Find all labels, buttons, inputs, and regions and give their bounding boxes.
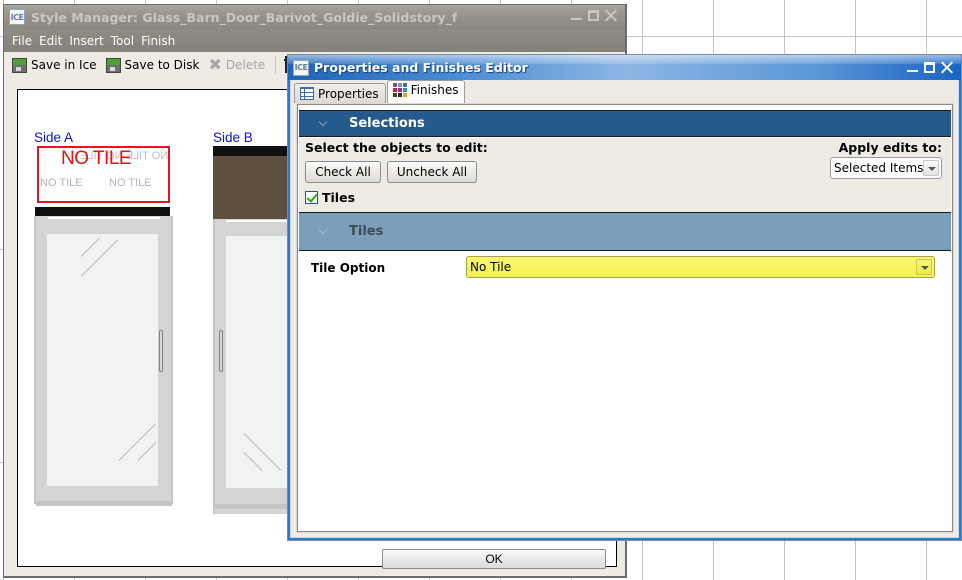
tiles-checkbox-label: Tiles	[322, 190, 356, 205]
tiles-title: Tiles	[349, 224, 384, 239]
editor-titlebar[interactable]: ICE Properties and Finishes Editor	[288, 55, 961, 80]
apply-edits-label: Apply edits to:	[838, 140, 942, 155]
dropdown-arrow-icon[interactable]	[916, 259, 932, 275]
door-handle	[219, 330, 223, 372]
dropdown-arrow-icon[interactable]	[923, 160, 939, 176]
menu-bar: File Edit Insert Tool Finish	[4, 29, 625, 52]
delete-label: Delete	[225, 58, 266, 72]
no-tile-swatch: NO TILE NO TILE NO TILE NO TILE NO TILE	[37, 146, 170, 203]
select-objects-prompt: Select the objects to edit:	[305, 140, 488, 155]
properties-finishes-editor-window: ICE Properties and Finishes Editor Prope…	[287, 54, 962, 541]
save-in-ice-label: Save in Ice	[31, 58, 97, 72]
menu-finish[interactable]: Finish	[139, 34, 180, 48]
menu-edit[interactable]: Edit	[37, 34, 67, 48]
chevron-down-icon	[319, 227, 329, 237]
side-b-label: Side B	[213, 130, 253, 145]
tile-option-value: No Tile	[470, 260, 512, 274]
save-disk-icon	[105, 57, 121, 73]
apply-edits-dropdown[interactable]: Selected Items	[830, 157, 942, 179]
side-a-door: NO TILE NO TILE NO TILE NO TILE NO TILE	[34, 146, 174, 516]
delete-button[interactable]: ✖ Delete	[205, 57, 268, 73]
close-icon[interactable]	[940, 61, 953, 74]
window-controls	[570, 9, 617, 22]
save-icon	[12, 57, 27, 73]
menu-tool[interactable]: Tool	[109, 34, 139, 48]
properties-list-icon	[300, 87, 314, 100]
tiles-checkbox-row[interactable]: Tiles	[305, 190, 355, 205]
tiles-checkbox[interactable]	[305, 191, 318, 204]
menu-insert[interactable]: Insert	[67, 34, 108, 48]
editor-tabs: Properties Finishes	[294, 80, 466, 103]
ok-label: OK	[485, 552, 503, 566]
selections-body: Select the objects to edit: Apply edits …	[299, 138, 951, 212]
tile-option-dropdown[interactable]: No Tile	[466, 256, 935, 278]
style-manager-titlebar[interactable]: ICE Style Manager: Glass_Barn_Door_Bariv…	[4, 5, 625, 29]
editor-title: Properties and Finishes Editor	[314, 60, 528, 75]
save-to-disk-label: Save to Disk	[124, 58, 200, 72]
side-a-label: Side A	[34, 130, 74, 145]
tab-properties[interactable]: Properties	[294, 83, 386, 103]
menu-file[interactable]: File	[10, 34, 37, 48]
editor-window-controls	[906, 61, 953, 74]
chevron-down-icon	[319, 119, 329, 129]
tile-option-label: Tile Option	[311, 261, 386, 275]
save-in-ice-button[interactable]: Save in Ice	[9, 57, 100, 73]
minimize-icon[interactable]	[570, 9, 583, 22]
ice-app-icon: ICE	[9, 9, 25, 25]
selections-title: Selections	[349, 116, 425, 131]
door-handle	[159, 330, 163, 372]
ice-app-icon: ICE	[293, 59, 309, 76]
check-all-button[interactable]: Check All	[305, 161, 381, 183]
tab-finishes-label: Finishes	[410, 83, 459, 97]
tile-option-row: Tile Option No Tile	[299, 251, 951, 281]
maximize-icon[interactable]	[587, 9, 600, 22]
selections-section-header[interactable]: Selections	[299, 110, 951, 137]
ok-button[interactable]: OK	[382, 549, 606, 569]
close-icon[interactable]	[604, 9, 617, 22]
tab-properties-label: Properties	[318, 86, 379, 101]
save-to-disk-button[interactable]: Save to Disk	[103, 57, 203, 73]
maximize-icon[interactable]	[923, 61, 936, 74]
apply-edits-value: Selected Items	[834, 161, 924, 175]
toolbar-separator	[275, 56, 277, 74]
tiles-section-header[interactable]: Tiles	[299, 212, 951, 251]
minimize-icon[interactable]	[906, 61, 919, 74]
finishes-panel: Selections Select the objects to edit: A…	[297, 104, 953, 532]
tab-finishes[interactable]: Finishes	[386, 80, 466, 103]
uncheck-all-button[interactable]: Uncheck All	[387, 161, 477, 183]
no-tile-label: NO TILE	[61, 148, 132, 169]
delete-x-icon: ✖	[208, 55, 222, 74]
style-manager-title: Style Manager: Glass_Barn_Door_Barivot_G…	[31, 9, 458, 25]
finishes-palette-icon	[392, 83, 407, 97]
